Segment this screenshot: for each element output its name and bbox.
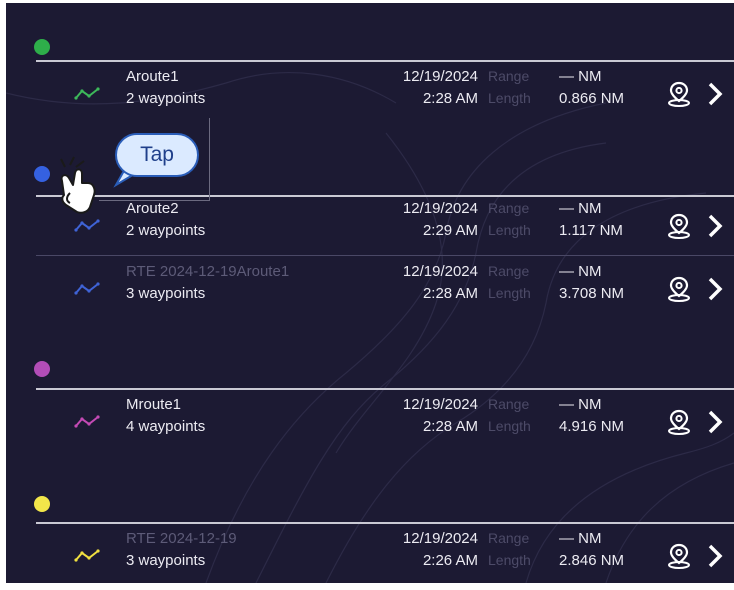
range-label: Range — [488, 263, 530, 279]
length-value: 1.117 NM — [559, 222, 623, 239]
route-line-icon — [74, 87, 100, 100]
waypoint-count: 3 waypoints — [126, 552, 206, 569]
route-name: RTE 2024-12-19 — [126, 530, 237, 547]
length-label: Length — [488, 222, 531, 238]
route-name: Aroute1 — [126, 68, 179, 85]
route-line-icon — [74, 549, 100, 562]
waypoint-count: 2 waypoints — [126, 222, 206, 239]
route-list-screen: Aroute1 2 waypoints 12/19/2024 2:28 AM Range… — [6, 3, 734, 583]
range-value: — NM — [559, 68, 602, 85]
range-label: Range — [488, 68, 530, 84]
group-divider — [36, 60, 734, 62]
route-row[interactable]: RTE 2024-12-19 3 waypoints 12/19/2024 2:26 … — [36, 528, 734, 583]
route-color-dot[interactable] — [34, 39, 50, 55]
route-date: 12/19/2024 — [402, 396, 478, 413]
route-name: RTE 2024-12-19Aroute1 — [126, 263, 290, 280]
tap-callout-bubble: Tap — [115, 133, 199, 177]
route-line-icon — [74, 219, 100, 232]
waypoint-pin-icon[interactable] — [666, 408, 692, 436]
length-value: 4.916 NM — [559, 418, 625, 435]
tap-hand-icon — [60, 156, 96, 214]
chevron-right-icon[interactable] — [706, 408, 724, 436]
length-label: Length — [488, 418, 531, 434]
length-label: Length — [488, 552, 531, 568]
range-label: Range — [488, 396, 530, 412]
waypoint-pin-icon[interactable] — [666, 212, 692, 240]
route-date: 12/19/2024 — [402, 530, 478, 547]
waypoint-count: 2 waypoints — [126, 90, 206, 107]
route-time: 2:28 AM — [422, 418, 478, 435]
route-time: 2:26 AM — [422, 552, 478, 569]
waypoint-pin-icon[interactable] — [666, 80, 692, 108]
length-label: Length — [488, 285, 531, 301]
group-divider — [36, 522, 734, 524]
chevron-right-icon[interactable] — [706, 542, 724, 570]
route-color-dot[interactable] — [34, 166, 50, 182]
route-time: 2:28 AM — [422, 285, 478, 302]
chevron-right-icon[interactable] — [706, 212, 724, 240]
waypoint-count: 4 waypoints — [126, 418, 206, 435]
waypoint-pin-icon[interactable] — [666, 275, 692, 303]
route-name: Mroute1 — [126, 396, 182, 413]
range-value: — NM — [559, 263, 602, 280]
route-date: 12/19/2024 — [402, 200, 478, 217]
route-date: 12/19/2024 — [402, 263, 478, 280]
range-label: Range — [488, 200, 530, 216]
length-label: Length — [488, 90, 531, 106]
range-value: — NM — [559, 396, 602, 413]
tap-label: Tap — [140, 143, 174, 166]
chevron-right-icon[interactable] — [706, 275, 724, 303]
group-divider — [36, 388, 734, 390]
route-line-icon — [74, 415, 100, 428]
range-value: — NM — [559, 530, 602, 547]
length-value: 2.846 NM — [559, 552, 625, 569]
route-color-dot[interactable] — [34, 496, 50, 512]
waypoint-pin-icon[interactable] — [666, 542, 692, 570]
route-date: 12/19/2024 — [402, 68, 478, 85]
chevron-right-icon[interactable] — [706, 80, 724, 108]
route-row[interactable]: Mroute1 4 waypoints 12/19/2024 2:28 AM Range… — [36, 394, 734, 456]
route-color-dot[interactable] — [34, 361, 50, 377]
length-value: 3.708 NM — [559, 285, 625, 302]
range-value: — NM — [559, 200, 602, 217]
route-line-icon — [74, 282, 100, 295]
route-time: 2:29 AM — [422, 222, 478, 239]
route-time: 2:28 AM — [422, 90, 478, 107]
route-row[interactable]: RTE 2024-12-19Aroute1 3 waypoints 12/19/20… — [36, 261, 734, 323]
range-label: Range — [488, 530, 530, 546]
length-value: 0.866 NM — [559, 90, 625, 107]
waypoint-count: 3 waypoints — [126, 285, 206, 302]
